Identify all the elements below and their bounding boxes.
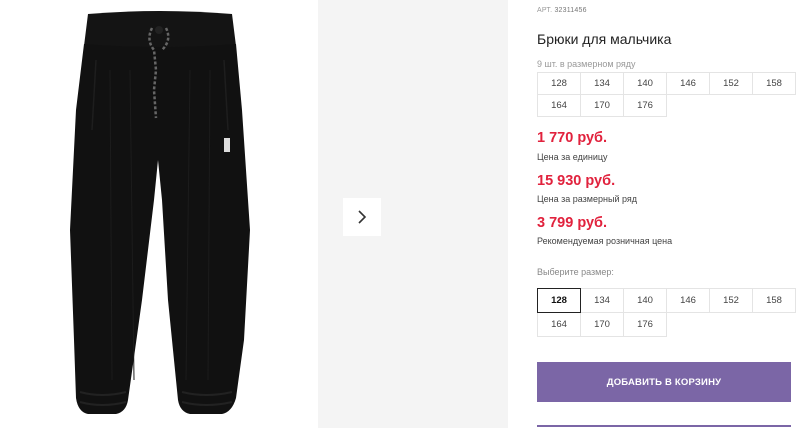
size-row-item: 134 <box>580 72 624 95</box>
retail-price-label: Рекомендуемая розничная цена <box>537 236 673 246</box>
product-info: АРТ. 32311456 Брюки для мальчика 9 шт. в… <box>537 0 800 428</box>
size-row-item: 128 <box>537 72 581 95</box>
unit-price: 1 770 руб. <box>537 130 608 146</box>
add-to-cart-button[interactable]: ДОБАВИТЬ В КОРЗИНУ <box>537 362 791 402</box>
size-option-158[interactable]: 158 <box>752 288 796 313</box>
chevron-right-icon <box>358 210 367 224</box>
article-value: 32311456 <box>554 7 587 14</box>
size-option-152[interactable]: 152 <box>709 288 753 313</box>
size-option-146[interactable]: 146 <box>666 288 710 313</box>
size-row-item: 140 <box>623 72 667 95</box>
gallery-next-button[interactable] <box>343 198 381 236</box>
size-row-item: 146 <box>666 72 710 95</box>
retail-price: 3 799 руб. <box>537 215 608 231</box>
size-option-170[interactable]: 170 <box>580 312 624 337</box>
size-row-grid: 128 134 140 146 152 158 164 170 176 <box>537 72 796 117</box>
unit-price-label: Цена за единицу <box>537 152 608 162</box>
size-row-item: 152 <box>709 72 753 95</box>
size-option-140[interactable]: 140 <box>623 288 667 313</box>
size-row-item: 176 <box>623 94 667 117</box>
secondary-button-edge[interactable] <box>537 425 791 427</box>
product-photo[interactable] <box>0 0 318 428</box>
article-label: АРТ. <box>537 7 553 14</box>
article-number: АРТ. 32311456 <box>537 7 587 14</box>
size-option-128[interactable]: 128 <box>537 288 581 313</box>
size-option-134[interactable]: 134 <box>580 288 624 313</box>
size-option-164[interactable]: 164 <box>537 312 581 337</box>
row-price: 15 930 руб. <box>537 173 616 189</box>
size-row-item: 164 <box>537 94 581 117</box>
product-title: Брюки для мальчика <box>537 31 672 47</box>
size-select-label: Выберите размер: <box>537 267 614 277</box>
size-select-grid: 128 134 140 146 152 158 164 170 176 <box>537 288 796 337</box>
product-gallery <box>0 0 508 428</box>
size-row-item: 158 <box>752 72 796 95</box>
row-price-label: Цена за размерный ряд <box>537 194 638 204</box>
size-row-item: 170 <box>580 94 624 117</box>
size-option-176[interactable]: 176 <box>623 312 667 337</box>
trousers-image <box>70 11 250 414</box>
size-row-note: 9 шт. в размерном ряду <box>537 59 636 69</box>
